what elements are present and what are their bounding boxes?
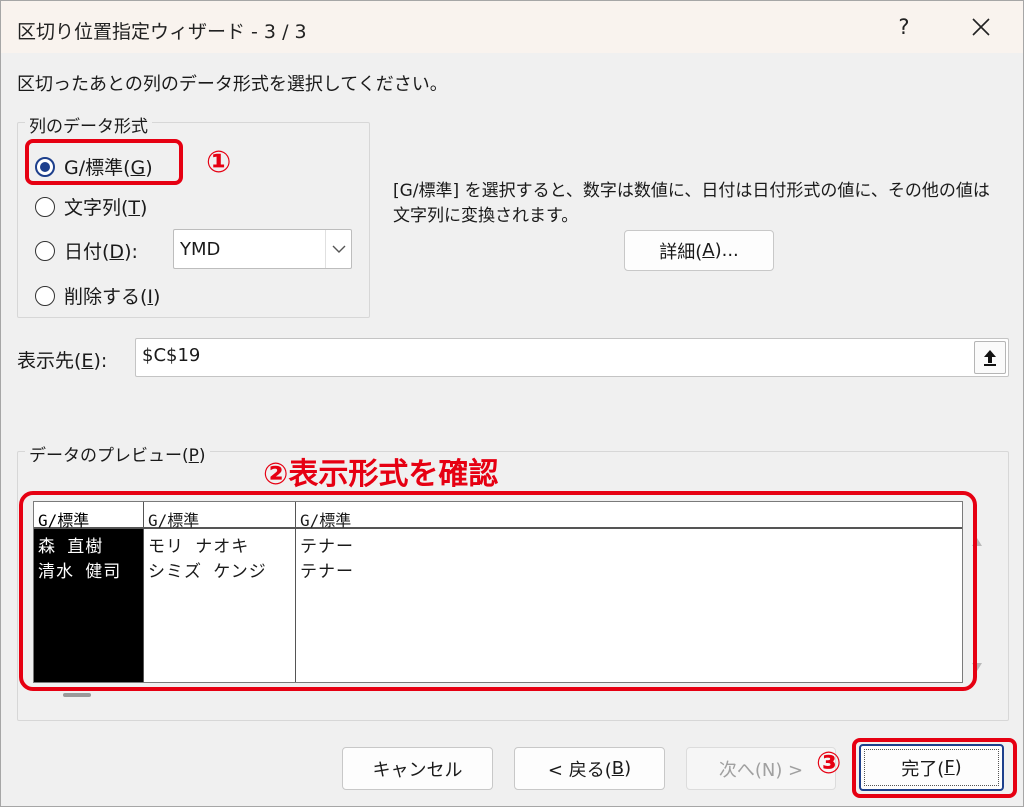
preview-column-header[interactable]: G/標準	[296, 502, 962, 530]
destination-label: 表示先(E):	[17, 350, 108, 372]
radio-text[interactable]: 文字列(T)	[35, 193, 147, 220]
close-icon	[972, 18, 990, 36]
title-bar: 区切り位置指定ウィザード - 3 / 3 ?	[1, 1, 1023, 53]
preview-group-legend: データのプレビュー(P)	[25, 441, 210, 466]
help-button[interactable]: ?	[881, 9, 927, 45]
collapse-arrow-icon	[984, 349, 996, 366]
wizard-dialog: 区切り位置指定ウィザード - 3 / 3 ? 区切ったあとの列のデータ形式を選択…	[0, 0, 1024, 807]
annotation-step-1: ①	[206, 145, 232, 180]
data-preview-grid[interactable]: G/標準 森 直樹 清水 健司 G/標準 モリ ナオキ シミズ ケンジ G/標準…	[33, 501, 963, 683]
radio-general-label: G/標準(G)	[64, 157, 153, 179]
dialog-title: 区切り位置指定ウィザード - 3 / 3	[17, 21, 307, 43]
finish-focus-ring: 完了(F)	[864, 749, 999, 786]
preview-column-header[interactable]: G/標準	[34, 502, 143, 530]
preview-cell: モリ ナオキ	[148, 537, 250, 557]
finish-button[interactable]: 完了(F)	[859, 744, 1004, 791]
annotation-step-2: ②表示形式を確認	[263, 457, 499, 492]
radio-date-label: 日付(D):	[64, 241, 138, 263]
annotation-step-3: ③	[816, 746, 842, 781]
date-format-value: YMD	[180, 238, 221, 260]
chevron-down-icon[interactable]	[325, 230, 351, 268]
radio-text-indicator[interactable]	[35, 196, 55, 217]
back-button[interactable]: < 戻る(B)	[514, 747, 665, 790]
date-format-select[interactable]: YMD	[173, 229, 352, 269]
preview-cell: テナー	[300, 562, 354, 582]
radio-skip-indicator[interactable]	[35, 285, 55, 306]
preview-column-header[interactable]: G/標準	[144, 502, 295, 530]
preview-cell: 森 直樹	[38, 537, 104, 557]
destination-input[interactable]: $C$19	[135, 338, 1009, 377]
collapse-dialog-button[interactable]	[974, 341, 1006, 374]
radio-text-label: 文字列(T)	[64, 197, 148, 219]
radio-date-indicator[interactable]	[35, 240, 55, 261]
radio-skip-label: 削除する(I)	[64, 286, 161, 308]
radio-general-indicator[interactable]	[35, 156, 55, 177]
scroll-up-arrow-icon[interactable]	[972, 538, 982, 546]
advanced-button[interactable]: 詳細(A)...	[624, 230, 774, 271]
preview-column-1[interactable]: G/標準 森 直樹 清水 健司	[34, 502, 144, 682]
close-button[interactable]	[958, 9, 1004, 45]
preview-cell: 清水 健司	[38, 562, 122, 582]
instruction-text: 区切ったあとの列のデータ形式を選択してください。	[17, 74, 448, 95]
format-description: [G/標準] を選択すると、数字は数値に、日付は日付形式の値に、その他の値は文字…	[393, 181, 990, 226]
format-group-legend: 列のデータ形式	[25, 112, 152, 137]
horizontal-scrollbar-thumb[interactable]	[63, 693, 91, 697]
next-button[interactable]: 次へ(N) >	[686, 747, 836, 790]
radio-general[interactable]: G/標準(G)	[35, 153, 153, 180]
scroll-down-arrow-icon[interactable]	[972, 663, 982, 671]
cancel-button[interactable]: キャンセル	[342, 747, 493, 790]
preview-column-2[interactable]: G/標準 モリ ナオキ シミズ ケンジ	[144, 502, 296, 682]
radio-skip[interactable]: 削除する(I)	[35, 282, 160, 309]
preview-cell: シミズ ケンジ	[148, 562, 267, 582]
radio-date[interactable]: 日付(D):	[35, 237, 138, 264]
preview-cell: テナー	[300, 537, 354, 557]
preview-column-3[interactable]: G/標準 テナー テナー	[296, 502, 962, 682]
